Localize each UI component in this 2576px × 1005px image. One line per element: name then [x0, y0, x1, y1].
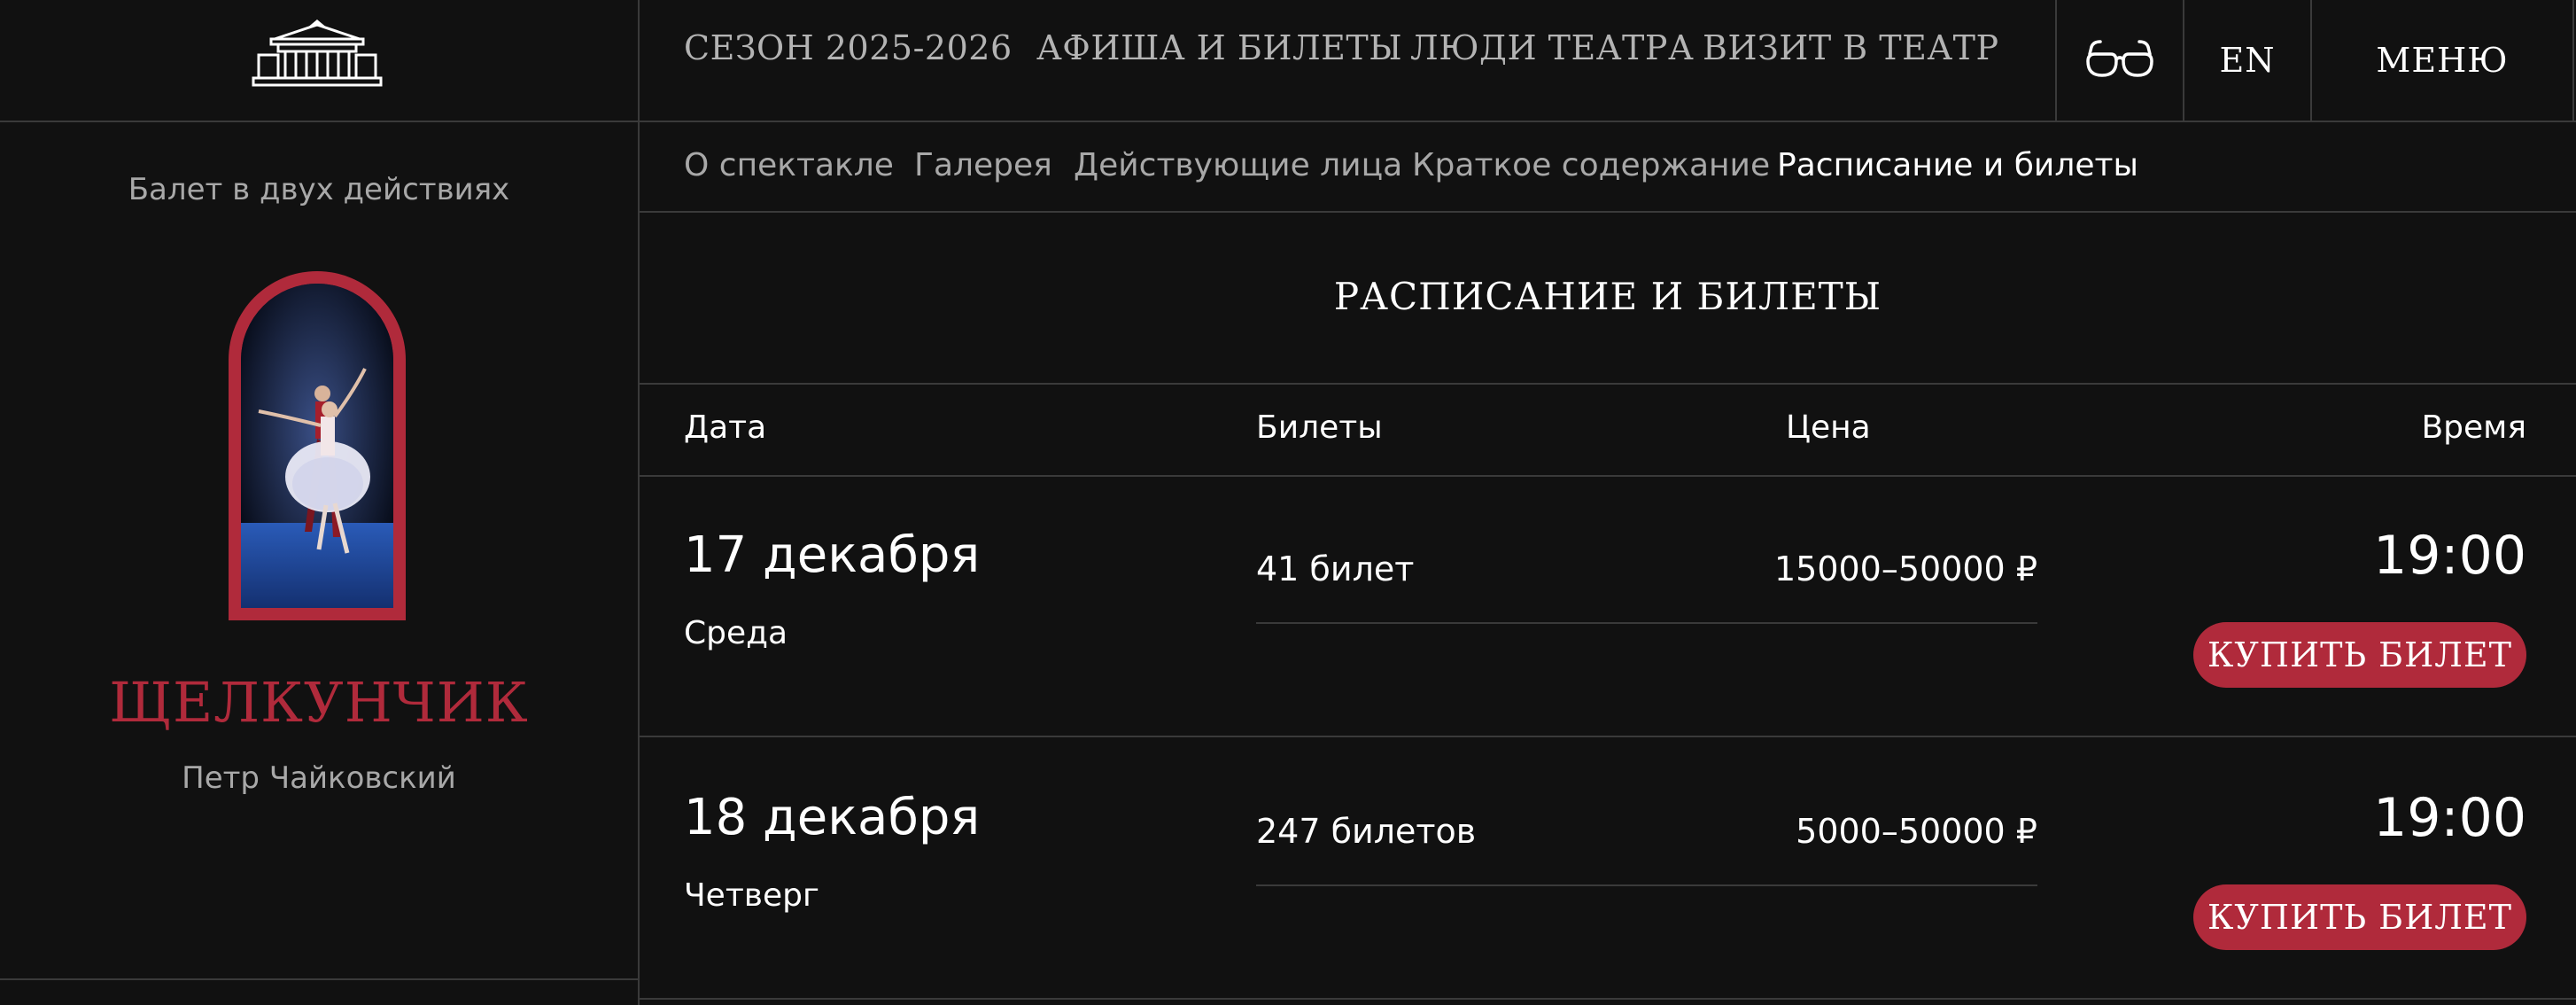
tabs-bottom-line	[640, 211, 2576, 213]
performance-date: 18 декабря	[684, 789, 981, 846]
performance-genre: Балет в двух действиях	[128, 172, 510, 207]
title-bottom-line	[640, 383, 2576, 385]
tab-schedule[interactable]: Расписание и билеты	[1777, 147, 2138, 183]
buy-ticket-button[interactable]: КУПИТЬ БИЛЕТ	[2193, 884, 2526, 950]
performance-date: 17 декабря	[684, 526, 981, 584]
theatre-logo[interactable]	[252, 18, 383, 92]
performance-weekday: Четверг	[684, 877, 819, 914]
menu-label: МЕНЮ	[2376, 41, 2509, 80]
nav-afisha[interactable]: АФИША И БИЛЕТЫ	[1036, 28, 1402, 67]
thead-bottom-line	[640, 475, 2576, 477]
tickets-available: 247 билетов	[1256, 812, 1477, 851]
composer-name: Петр Чайковский	[182, 760, 456, 796]
performance-poster[interactable]	[229, 271, 406, 620]
column-tickets: Билеты	[1256, 409, 1383, 446]
tab-gallery[interactable]: Галерея	[914, 147, 1052, 183]
header-bottom-line	[0, 121, 2576, 122]
sidebar-bottom-line	[0, 978, 638, 980]
performance-title: ЩЕЛКУНЧИК	[109, 670, 529, 735]
performance-weekday: Среда	[684, 615, 788, 651]
buy-ticket-button[interactable]: КУПИТЬ БИЛЕТ	[2193, 622, 2526, 688]
row-divider	[640, 736, 2576, 737]
performance-time: 19:00	[2373, 787, 2526, 849]
header-right-edge	[2572, 0, 2574, 121]
row-underline	[1256, 622, 2037, 624]
language-label: EN	[2219, 41, 2276, 80]
menu-button[interactable]: МЕНЮ	[2312, 0, 2572, 121]
row-underline	[1256, 884, 2037, 886]
tab-synopsis[interactable]: Краткое содержание	[1412, 147, 1770, 183]
column-time: Время	[2421, 409, 2526, 446]
tab-cast[interactable]: Действующие лица	[1074, 147, 1402, 183]
tickets-available: 41 билет	[1256, 549, 1415, 588]
column-price: Цена	[1786, 409, 1871, 446]
glasses-icon	[2086, 40, 2153, 77]
row-divider-bottom	[640, 998, 2576, 1000]
tab-about[interactable]: О спектакле	[684, 147, 894, 183]
language-switch[interactable]: EN	[2184, 0, 2310, 121]
nav-season[interactable]: СЕЗОН 2025-2026	[684, 28, 1013, 67]
price-range: 5000–50000 ₽	[1796, 812, 2037, 851]
sidebar-divider	[638, 0, 640, 1005]
poster-image	[241, 284, 393, 608]
nav-people[interactable]: ЛЮДИ ТЕАТРА	[1410, 28, 1694, 67]
theatre-building-icon	[252, 19, 383, 87]
schedule-title: РАСПИСАНИЕ И БИЛЕТЫ	[1333, 275, 1882, 318]
accessibility-button[interactable]	[2057, 0, 2183, 121]
column-date: Дата	[684, 409, 767, 446]
performance-time: 19:00	[2373, 525, 2526, 587]
price-range: 15000–50000 ₽	[1773, 549, 2037, 588]
nav-visit[interactable]: ВИЗИТ В ТЕАТР	[1703, 28, 1999, 67]
